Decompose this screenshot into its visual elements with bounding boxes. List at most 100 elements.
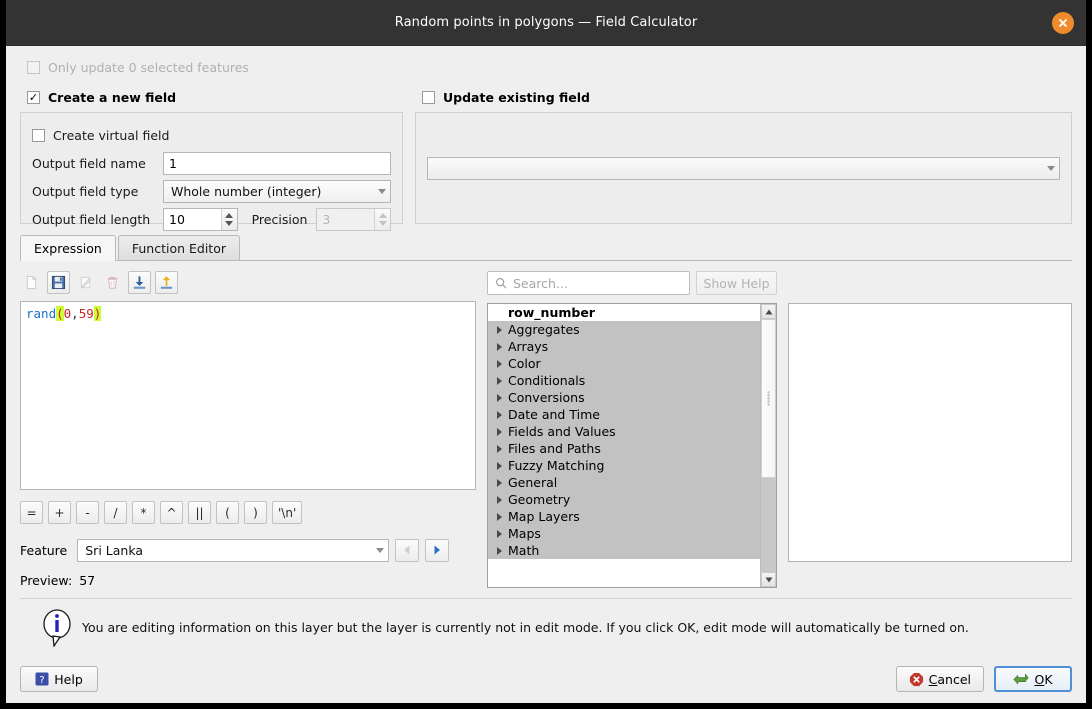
- list-item[interactable]: Files and Paths: [488, 440, 760, 457]
- list-item-label: Map Layers: [508, 509, 580, 524]
- list-item[interactable]: General: [488, 474, 760, 491]
- function-search-row: Search... Show Help: [487, 271, 777, 295]
- help-button[interactable]: ? Help: [20, 666, 98, 692]
- operator-button-multiply[interactable]: *: [132, 501, 155, 524]
- create-virtual-field-row[interactable]: Create virtual field: [32, 122, 391, 148]
- save-expression-icon[interactable]: [47, 271, 70, 294]
- output-field-name-input[interactable]: [163, 151, 391, 175]
- help-button-label: Help: [54, 671, 83, 687]
- list-item[interactable]: Fields and Values: [488, 423, 760, 440]
- tab-function-editor[interactable]: Function Editor: [117, 235, 240, 260]
- next-feature-icon[interactable]: [425, 538, 450, 562]
- import-expressions-icon[interactable]: [128, 271, 151, 294]
- operator-button-concat[interactable]: ||: [188, 501, 211, 524]
- scrollbar-grip: ∙ ∙ ∙ ∙ ∙: [765, 387, 772, 409]
- operator-button-divide[interactable]: /: [104, 501, 127, 524]
- feature-label: Feature: [20, 542, 68, 558]
- list-item-label: Date and Time: [508, 407, 600, 422]
- scroll-up-icon[interactable]: [761, 304, 776, 319]
- only-update-selected-checkbox[interactable]: [27, 60, 40, 74]
- list-item-label: Maps: [508, 526, 541, 541]
- expand-arrow-icon[interactable]: [490, 512, 508, 521]
- new-expression-icon[interactable]: [20, 271, 43, 294]
- operator-button-equals[interactable]: =: [20, 501, 43, 524]
- ok-button[interactable]: OK: [994, 666, 1072, 692]
- expand-arrow-icon[interactable]: [490, 495, 508, 504]
- expand-arrow-icon[interactable]: [490, 529, 508, 538]
- cancel-button-label: Cancel: [928, 671, 971, 687]
- update-existing-field-row[interactable]: Update existing field: [415, 86, 1072, 108]
- operator-buttons: = + - / * ^ || ( ) '\n': [20, 501, 476, 524]
- feature-combo[interactable]: Sri Lanka: [77, 538, 390, 562]
- list-item[interactable]: row_number: [488, 304, 760, 321]
- create-virtual-field-checkbox[interactable]: [32, 128, 45, 142]
- list-item[interactable]: Fuzzy Matching: [488, 457, 760, 474]
- output-field-type-row: Output field type Whole number (integer): [32, 178, 391, 204]
- output-field-type-combo[interactable]: Whole number (integer): [163, 179, 391, 203]
- spin-up-icon[interactable]: [225, 212, 234, 218]
- create-new-field-column: ✓ Create a new field Create virtual fiel…: [20, 86, 403, 231]
- chevron-down-icon: [378, 188, 386, 194]
- scrollbar-thumb[interactable]: ∙ ∙ ∙ ∙ ∙: [761, 319, 776, 479]
- function-list-scrollbar[interactable]: ∙ ∙ ∙ ∙ ∙: [760, 304, 776, 587]
- list-item[interactable]: Map Layers: [488, 508, 760, 525]
- expand-arrow-icon[interactable]: [490, 427, 508, 436]
- expression-tab-content: rand(0,59) = + - / * ^ || ( ) '\n' Featu…: [20, 261, 1072, 588]
- tab-expression[interactable]: Expression: [20, 235, 116, 261]
- window-title: Random points in polygons — Field Calcul…: [394, 15, 698, 30]
- expand-arrow-icon[interactable]: [490, 461, 508, 470]
- operator-button-newline[interactable]: '\n': [272, 501, 303, 524]
- list-item[interactable]: Geometry: [488, 491, 760, 508]
- update-existing-field-label: Update existing field: [443, 89, 590, 105]
- precision-stepper: 3: [316, 207, 391, 231]
- operator-button-close-paren[interactable]: ): [244, 501, 267, 524]
- expand-arrow-icon[interactable]: [490, 444, 508, 453]
- operator-button-open-paren[interactable]: (: [216, 501, 239, 524]
- expand-arrow-icon[interactable]: [490, 546, 508, 555]
- only-update-selected-row[interactable]: Only update 0 selected features: [20, 54, 1072, 80]
- function-list[interactable]: row_number Aggregates Arrays Color Condi…: [487, 303, 777, 588]
- expression-editor[interactable]: rand(0,59): [20, 301, 476, 490]
- close-icon[interactable]: [1052, 11, 1074, 34]
- output-field-length-value: 10: [169, 211, 185, 227]
- dialog-footer: ? Help Cancel OK: [20, 655, 1072, 703]
- scroll-down-icon[interactable]: [761, 572, 776, 587]
- output-field-length-stepper[interactable]: 10: [163, 207, 238, 231]
- existing-field-combo[interactable]: [427, 156, 1060, 180]
- create-new-field-row[interactable]: ✓ Create a new field: [20, 86, 403, 108]
- spin-down-icon[interactable]: [225, 220, 234, 226]
- expand-arrow-icon[interactable]: [490, 410, 508, 419]
- operator-button-minus[interactable]: -: [76, 501, 99, 524]
- expand-arrow-icon[interactable]: [490, 325, 508, 334]
- list-item[interactable]: Aggregates: [488, 321, 760, 338]
- list-item[interactable]: Arrays: [488, 338, 760, 355]
- list-item[interactable]: Conversions: [488, 389, 760, 406]
- list-item[interactable]: Date and Time: [488, 406, 760, 423]
- cancel-button[interactable]: Cancel: [895, 666, 984, 692]
- list-item[interactable]: Math: [488, 542, 760, 559]
- export-expressions-icon[interactable]: [155, 271, 178, 294]
- info-message-text: You are editing information on this laye…: [82, 619, 969, 635]
- expand-arrow-icon[interactable]: [490, 359, 508, 368]
- update-existing-field-checkbox[interactable]: [422, 90, 435, 104]
- list-item[interactable]: Color: [488, 355, 760, 372]
- scrollbar-track[interactable]: ∙ ∙ ∙ ∙ ∙: [761, 319, 776, 572]
- expand-arrow-icon[interactable]: [490, 478, 508, 487]
- list-item[interactable]: Conditionals: [488, 372, 760, 389]
- previous-feature-icon: [395, 538, 420, 562]
- info-icon: [32, 607, 82, 647]
- expand-arrow-icon[interactable]: [490, 376, 508, 385]
- preview-row: Preview: 57: [20, 573, 476, 588]
- create-new-field-label: Create a new field: [48, 89, 177, 105]
- operator-button-power[interactable]: ^: [160, 501, 183, 524]
- list-item[interactable]: Maps: [488, 525, 760, 542]
- expand-arrow-icon[interactable]: [490, 393, 508, 402]
- output-field-length-spin-buttons[interactable]: [220, 208, 237, 230]
- list-item-label: Arrays: [508, 339, 549, 354]
- update-existing-field-column: Update existing field: [415, 86, 1072, 224]
- expand-arrow-icon[interactable]: [490, 342, 508, 351]
- output-field-length-row: Output field length 10 Precision 3: [32, 206, 391, 232]
- operator-button-plus[interactable]: +: [48, 501, 71, 524]
- create-new-field-checkbox[interactable]: ✓: [27, 90, 40, 104]
- search-input[interactable]: Search...: [487, 271, 690, 295]
